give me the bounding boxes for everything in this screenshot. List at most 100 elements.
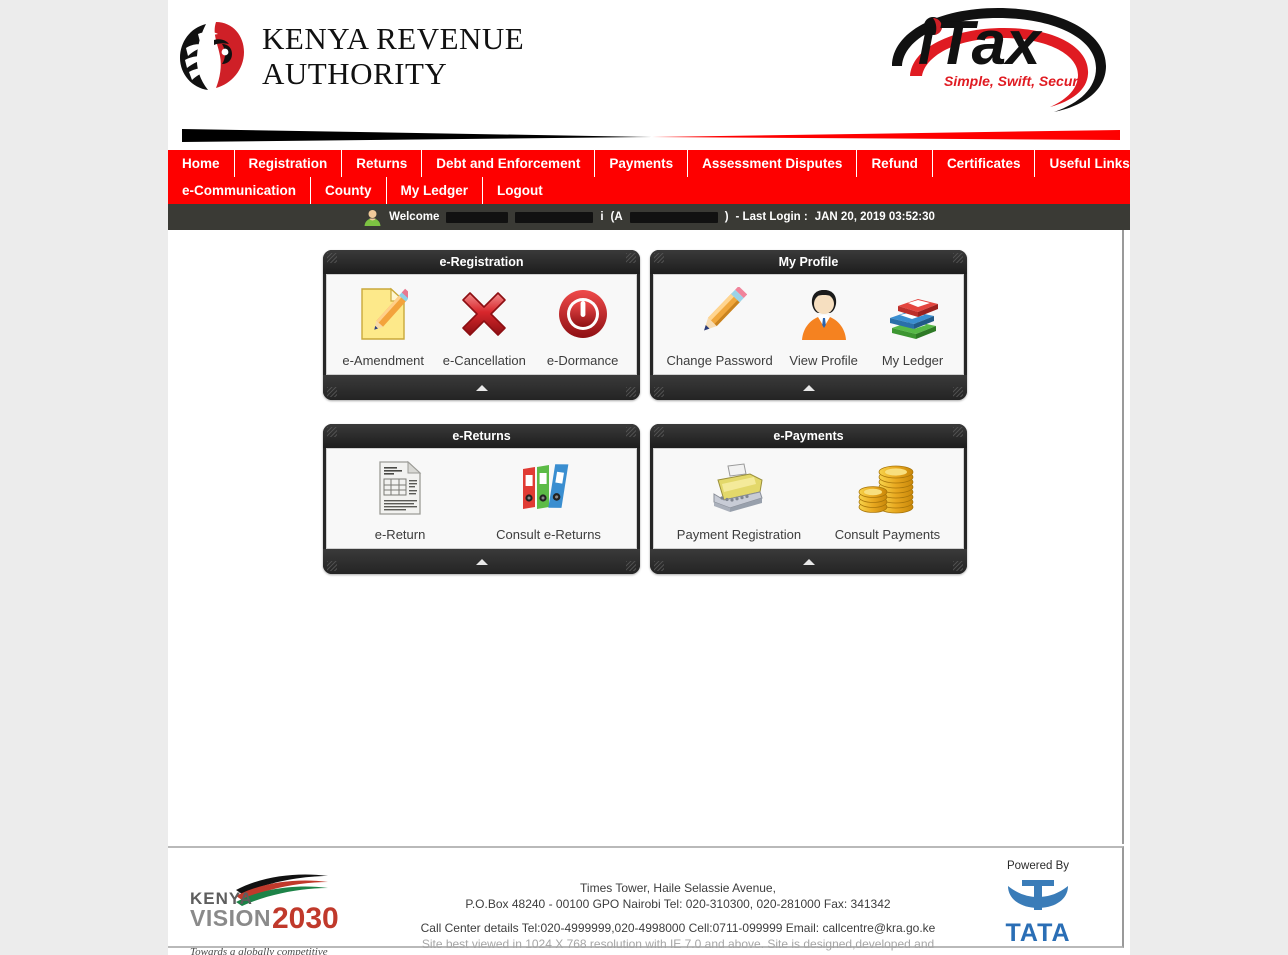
panel-title-e-registration: e-Registration <box>323 250 640 274</box>
kra-line-1: KENYA REVENUE <box>262 21 525 56</box>
nav-item-county[interactable]: County <box>311 177 387 204</box>
panel-row-1: e-Registration e-Amendment e-Cancellatio… <box>168 250 1122 400</box>
panel-title-e-payments: e-Payments <box>650 424 967 448</box>
powered-by-label: Powered By <box>1006 860 1069 872</box>
nav-item-useful-links[interactable]: Useful Links <box>1035 150 1143 177</box>
dashboard-panels: e-Registration e-Amendment e-Cancellatio… <box>168 230 1122 574</box>
kra-line-2: AUTHORITY <box>262 56 448 91</box>
panel-collapse-my-profile[interactable] <box>650 375 967 400</box>
nav-item-my-ledger[interactable]: My Ledger <box>387 177 484 204</box>
person-icon <box>800 285 848 343</box>
books-icon <box>886 285 940 343</box>
nav-item-assessment-disputes[interactable]: Assessment Disputes <box>688 150 858 177</box>
panel-body-e-registration: e-Amendment e-Cancellation e-Dormance <box>326 274 637 375</box>
svg-text:2030: 2030 <box>272 902 339 935</box>
welcome-name-tail: i <box>600 211 604 223</box>
tile-label: e-Dormance <box>546 353 619 368</box>
footer-callcenter: Call Center details Tel:020-4999999,020-… <box>420 921 936 935</box>
coins-icon <box>858 459 916 517</box>
chevron-up-icon <box>475 558 488 565</box>
main-content: e-Registration e-Amendment e-Cancellatio… <box>168 230 1124 844</box>
document-pencil-icon <box>358 285 409 343</box>
tile-e-amendment[interactable]: e-Amendment <box>338 285 428 368</box>
nav-item-refund[interactable]: Refund <box>857 150 933 177</box>
tile-label: Payment Registration <box>676 527 802 542</box>
panel-e-registration: e-Registration e-Amendment e-Cancellatio… <box>323 250 640 400</box>
tile-label: Change Password <box>666 353 773 368</box>
tile-view-profile[interactable]: View Profile <box>782 285 866 368</box>
panel-collapse-e-returns[interactable] <box>323 549 640 574</box>
vision-2030-logo: KENYA VISION 2030 Towards a globally com… <box>188 870 388 955</box>
nav-item-logout[interactable]: Logout <box>483 177 557 204</box>
vision-tagline-1: Towards a globally competitive <box>190 946 328 955</box>
nav-item-home[interactable]: Home <box>168 150 235 177</box>
site-footer: KENYA VISION 2030 Towards a globally com… <box>168 846 1124 955</box>
tile-my-ledger[interactable]: My Ledger <box>871 285 955 368</box>
panel-collapse-e-registration[interactable] <box>323 375 640 400</box>
panel-body-my-profile: Change Password View Profile My Ledger <box>653 274 964 375</box>
chevron-up-icon <box>802 384 815 391</box>
tile-label: e-Cancellation <box>442 353 526 368</box>
header-divider <box>182 126 1120 146</box>
chevron-up-icon <box>475 384 488 391</box>
powered-by-tata: Powered By TATA <box>968 860 1108 948</box>
tile-change-password[interactable]: Change Password <box>662 285 776 368</box>
nav-item-registration[interactable]: Registration <box>235 150 343 177</box>
tile-label: View Profile <box>789 353 858 368</box>
chevron-up-icon <box>802 558 815 565</box>
pin-redacted <box>629 211 718 223</box>
site-header: KENYA REVENUE AUTHORITY i Tax Simple, Sw… <box>168 0 1130 142</box>
panel-e-returns: e-Returns e-Return Consult e-Returns <box>323 424 640 574</box>
tile-label: Consult e-Returns <box>496 527 601 542</box>
tata-logo-icon <box>968 876 1108 919</box>
svg-text:i: i <box>918 12 936 77</box>
footer-spacer <box>398 912 958 920</box>
panel-e-payments: e-Payments Payment Registration Consult … <box>650 424 967 574</box>
pencil-icon <box>693 285 747 343</box>
cash-register-icon <box>710 459 768 517</box>
footer-address-line-2: P.O.Box 48240 - 00100 GPO Nairobi Tel: 0… <box>465 897 891 911</box>
user-name-redacted-2 <box>515 211 594 223</box>
nav-row-primary: Home Registration Returns Debt and Enfor… <box>168 150 1130 177</box>
svg-text:VISION: VISION <box>190 905 271 931</box>
panel-title-my-profile: My Profile <box>650 250 967 274</box>
svg-text:Tax: Tax <box>936 9 1043 78</box>
pin-open-paren: (A <box>610 211 623 223</box>
tile-consult-e-returns[interactable]: Consult e-Returns <box>492 459 605 542</box>
page-root: KENYA REVENUE AUTHORITY i Tax Simple, Sw… <box>0 0 1288 955</box>
power-button-icon <box>558 285 608 343</box>
tile-e-dormance[interactable]: e-Dormance <box>541 285 625 368</box>
tata-wordmark: TATA <box>1005 919 1071 947</box>
form-document-icon <box>377 459 423 517</box>
footer-note: Site best viewed in 1024 X 768 resolutio… <box>421 937 935 955</box>
footer-address-line-1: Times Tower, Haile Selassie Avenue, <box>580 881 776 895</box>
nav-item-returns[interactable]: Returns <box>342 150 423 177</box>
kra-logo: KENYA REVENUE AUTHORITY <box>176 18 524 94</box>
tile-payment-registration[interactable]: Payment Registration <box>673 459 805 542</box>
welcome-bar: Welcome i (A ) - Last Login : JAN 20, 20… <box>168 204 1130 230</box>
welcome-prefix: Welcome <box>389 211 440 223</box>
main-navigation: Home Registration Returns Debt and Enfor… <box>168 150 1130 204</box>
panel-body-e-returns: e-Return Consult e-Returns <box>326 448 637 549</box>
nav-item-payments[interactable]: Payments <box>595 150 689 177</box>
kra-lion-icon <box>176 18 250 94</box>
nav-item-e-communication[interactable]: e-Communication <box>168 177 312 204</box>
footer-contact: Times Tower, Haile Selassie Avenue, P.O.… <box>398 880 958 955</box>
red-cross-icon <box>458 285 510 343</box>
nav-item-debt-and-enforcement[interactable]: Debt and Enforcement <box>422 150 596 177</box>
tile-e-return[interactable]: e-Return <box>358 459 442 542</box>
tile-e-cancellation[interactable]: e-Cancellation <box>439 285 530 368</box>
tile-consult-payments[interactable]: Consult Payments <box>831 459 945 542</box>
itax-logo: i Tax Simple, Swift, Secure <box>874 2 1124 114</box>
tile-label: Consult Payments <box>834 527 941 542</box>
nav-row-secondary: e-Communication County My Ledger Logout <box>168 177 1130 204</box>
last-login-label: - Last Login : <box>735 211 808 223</box>
user-name-redacted <box>446 211 509 223</box>
panel-row-2: e-Returns e-Return Consult e-Returns e-P… <box>168 424 1122 574</box>
panel-my-profile: My Profile Change Password View Profile … <box>650 250 967 400</box>
panel-collapse-e-payments[interactable] <box>650 549 967 574</box>
last-login-value: JAN 20, 2019 03:52:30 <box>814 211 935 223</box>
nav-item-certificates[interactable]: Certificates <box>933 150 1036 177</box>
tile-label: My Ledger <box>881 353 944 368</box>
svg-text:Simple, Swift, Secure: Simple, Swift, Secure <box>944 73 1086 89</box>
